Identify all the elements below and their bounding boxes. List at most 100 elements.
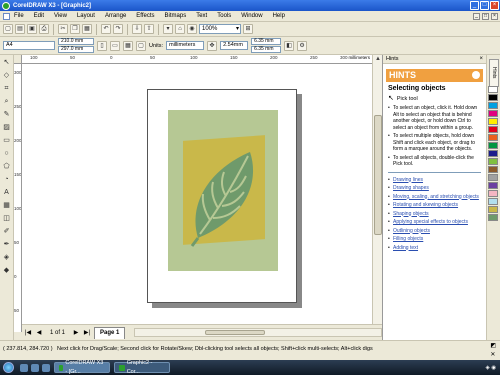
- save-icon[interactable]: ▣: [27, 24, 37, 34]
- drawing-canvas[interactable]: [22, 64, 372, 324]
- scroll-thumb[interactable]: [205, 330, 266, 335]
- eyedropper-tool-icon[interactable]: ✐: [2, 227, 12, 237]
- tab-hints[interactable]: Hints: [489, 59, 499, 87]
- taskbar-item[interactable]: CorelDRAW X3 - [Gr...: [54, 360, 110, 375]
- rectangle-tool-icon[interactable]: ▭: [2, 136, 12, 146]
- menu-bitmaps[interactable]: Bitmaps: [165, 13, 187, 19]
- menu-edit[interactable]: Edit: [34, 13, 44, 19]
- hint-link[interactable]: Drawing lines: [393, 177, 423, 183]
- fill-indicator-icon[interactable]: ◩: [490, 343, 496, 350]
- palette-swatch[interactable]: [488, 190, 498, 197]
- palette-swatch[interactable]: [488, 166, 498, 173]
- palette-swatch[interactable]: [488, 182, 498, 189]
- palette-swatch[interactable]: [488, 94, 498, 101]
- menu-arrange[interactable]: Arrange: [105, 13, 126, 19]
- smart-fill-tool-icon[interactable]: ▨: [2, 123, 12, 133]
- all-pages-icon[interactable]: ▦: [123, 40, 133, 51]
- page-tab[interactable]: Page 1: [94, 326, 126, 339]
- snap-to-icon[interactable]: ⊞: [243, 24, 253, 34]
- hint-link[interactable]: Drawing shapes: [393, 185, 429, 191]
- palette-swatch[interactable]: [488, 126, 498, 133]
- table-tool-icon[interactable]: ▦: [2, 201, 12, 211]
- menu-view[interactable]: View: [54, 13, 67, 19]
- crop-tool-icon[interactable]: ⌗: [2, 84, 12, 94]
- shape-tool-icon[interactable]: ◇: [2, 71, 12, 81]
- hint-link[interactable]: Applying special effects to objects: [393, 219, 468, 225]
- duplicate-x-field[interactable]: 6.35 mm: [251, 38, 282, 45]
- menu-file[interactable]: File: [14, 13, 24, 19]
- palette-swatch[interactable]: [488, 174, 498, 181]
- palette-swatch[interactable]: [488, 206, 498, 213]
- horizontal-ruler[interactable]: 100 50 0 50 100 150 200 250 300 millimet…: [22, 55, 372, 64]
- palette-swatch[interactable]: [488, 86, 498, 93]
- palette-swatch[interactable]: [488, 214, 498, 221]
- menu-window[interactable]: Window: [241, 13, 262, 19]
- first-page-icon[interactable]: |◀: [24, 329, 32, 336]
- taskbar-item[interactable]: Graphic2 - Cor...: [114, 360, 170, 375]
- basic-shapes-tool-icon[interactable]: ◔: [2, 175, 12, 185]
- paper-size-select[interactable]: A4: [3, 41, 55, 50]
- welcome-screen-icon[interactable]: ⌂: [175, 24, 185, 34]
- doc-minimize-button[interactable]: _: [473, 13, 480, 20]
- drawing-page[interactable]: [147, 89, 297, 303]
- copy-icon[interactable]: ❐: [70, 24, 80, 34]
- interactive-blend-tool-icon[interactable]: ◫: [2, 214, 12, 224]
- menu-effects[interactable]: Effects: [136, 13, 154, 19]
- palette-swatch[interactable]: [488, 110, 498, 117]
- menu-layout[interactable]: Layout: [77, 13, 95, 19]
- palette-swatch[interactable]: [488, 134, 498, 141]
- freehand-tool-icon[interactable]: ✎: [2, 110, 12, 120]
- hint-link[interactable]: Shaping objects: [393, 211, 429, 217]
- text-tool-icon[interactable]: A: [2, 188, 12, 198]
- quick-launch-icon[interactable]: [31, 363, 39, 372]
- quick-launch-icon[interactable]: [20, 363, 28, 372]
- outline-tool-icon[interactable]: ✒: [2, 240, 12, 250]
- page-width-field[interactable]: 210.0 mm: [58, 38, 94, 45]
- duplicate-y-field[interactable]: 6.35 mm: [251, 46, 282, 53]
- menu-help[interactable]: Help: [273, 13, 285, 19]
- page-height-field[interactable]: 297.0 mm: [58, 46, 94, 53]
- portrait-icon[interactable]: ▯: [97, 40, 107, 51]
- nudge-distance-field[interactable]: 2.54mm: [220, 41, 249, 50]
- palette-swatch[interactable]: [488, 102, 498, 109]
- outline-indicator-icon[interactable]: ✕: [490, 352, 496, 359]
- previous-page-icon[interactable]: ◀: [35, 329, 43, 336]
- options-icon[interactable]: ⚙: [297, 40, 308, 51]
- menu-text[interactable]: Text: [196, 13, 207, 19]
- paste-icon[interactable]: ▦: [82, 24, 92, 34]
- last-page-icon[interactable]: ▶|: [83, 329, 91, 336]
- vertical-scrollbar[interactable]: ▲: [372, 55, 382, 325]
- zoom-level-select[interactable]: 100%: [199, 24, 241, 34]
- artwork-background-rectangle[interactable]: [168, 110, 278, 271]
- system-tray[interactable]: ◈ ◉: [485, 365, 496, 371]
- fill-tool-icon[interactable]: ◈: [2, 253, 12, 263]
- quick-launch-icon[interactable]: [42, 363, 50, 372]
- pick-tool-icon[interactable]: ↖: [2, 58, 12, 68]
- app-launcher-icon[interactable]: ▾: [163, 24, 173, 34]
- interactive-fill-tool-icon[interactable]: ◆: [2, 266, 12, 276]
- cut-icon[interactable]: ✂: [58, 24, 68, 34]
- palette-swatch[interactable]: [488, 198, 498, 205]
- palette-swatch[interactable]: [488, 142, 498, 149]
- hint-link[interactable]: Moving, scaling, and stretching objects: [393, 194, 479, 200]
- undo-icon[interactable]: ↶: [101, 24, 111, 34]
- leaf-illustration[interactable]: [168, 110, 278, 271]
- hint-link[interactable]: Rotating and skewing objects: [393, 202, 458, 208]
- vertical-ruler[interactable]: 300 250 200 150 100 50 0 50: [14, 64, 22, 332]
- palette-swatch[interactable]: [488, 118, 498, 125]
- hints-options-icon[interactable]: [472, 71, 480, 79]
- palette-swatch[interactable]: [488, 150, 498, 157]
- treat-as-filled-icon[interactable]: ◧: [284, 40, 295, 51]
- new-icon[interactable]: ▢: [3, 24, 13, 34]
- close-button[interactable]: ×: [490, 1, 499, 10]
- print-icon[interactable]: ⎙: [39, 24, 49, 34]
- current-page-icon[interactable]: ▢: [136, 40, 146, 51]
- polygon-tool-icon[interactable]: ⬠: [2, 162, 12, 172]
- menu-tools[interactable]: Tools: [217, 13, 231, 19]
- doc-restore-button[interactable]: □: [482, 13, 489, 20]
- hint-link[interactable]: Adding text: [393, 245, 418, 251]
- document-icon[interactable]: [3, 12, 10, 20]
- maximize-button[interactable]: □: [480, 1, 489, 10]
- doc-close-button[interactable]: ×: [491, 13, 498, 20]
- ellipse-tool-icon[interactable]: ○: [2, 149, 12, 159]
